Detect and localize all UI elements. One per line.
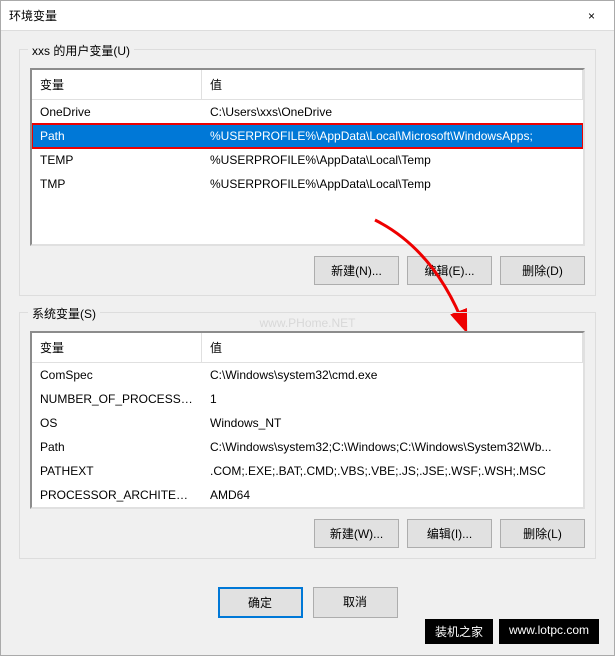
table-row[interactable]: PathC:\Windows\system32;C:\Windows;C:\Wi…: [32, 435, 583, 459]
user-vars-buttons: 新建(N)... 编辑(E)... 删除(D): [30, 256, 585, 285]
sys-vars-legend: 系统变量(S): [28, 305, 100, 322]
table-row[interactable]: PROCESSOR_IDENTIFIERIntel64 Family 6 Mod…: [32, 507, 583, 509]
cell-var-name: Path: [32, 438, 202, 456]
cell-var-value: C:\Windows\system32;C:\Windows;C:\Window…: [202, 438, 583, 456]
cancel-button[interactable]: 取消: [313, 587, 398, 618]
cell-var-value: %USERPROFILE%\AppData\Local\Temp: [202, 175, 583, 193]
ok-button[interactable]: 确定: [218, 587, 303, 618]
cell-var-value: .COM;.EXE;.BAT;.CMD;.VBS;.VBE;.JS;.JSE;.…: [202, 462, 583, 480]
user-vars-listbox[interactable]: 变量 值 OneDriveC:\Users\xxs\OneDrivePath%U…: [30, 68, 585, 246]
table-row[interactable]: TEMP%USERPROFILE%\AppData\Local\Temp: [32, 148, 583, 172]
table-row[interactable]: PATHEXT.COM;.EXE;.BAT;.CMD;.VBS;.VBE;.JS…: [32, 459, 583, 483]
cell-var-value: %USERPROFILE%\AppData\Local\Microsoft\Wi…: [202, 127, 583, 145]
table-row[interactable]: TMP%USERPROFILE%\AppData\Local\Temp: [32, 172, 583, 196]
table-row[interactable]: ComSpecC:\Windows\system32\cmd.exe: [32, 363, 583, 387]
cell-var-name: TEMP: [32, 151, 202, 169]
sys-delete-button[interactable]: 删除(L): [500, 519, 585, 548]
table-row[interactable]: PROCESSOR_ARCHITECTUREAMD64: [32, 483, 583, 507]
cell-var-value: AMD64: [202, 486, 583, 504]
user-delete-button[interactable]: 删除(D): [500, 256, 585, 285]
cell-var-value: 1: [202, 390, 583, 408]
col-header-value[interactable]: 值: [202, 70, 583, 99]
env-vars-dialog: 环境变量 × xxs 的用户变量(U) 变量 值 OneDriveC:\User…: [0, 0, 615, 656]
sys-vars-group: 系统变量(S) 变量 值 ComSpecC:\Windows\system32\…: [19, 312, 596, 559]
footer-tag-2: www.lotpc.com: [499, 619, 599, 644]
col-header-name[interactable]: 变量: [32, 70, 202, 99]
cell-var-name: TMP: [32, 175, 202, 193]
titlebar: 环境变量 ×: [1, 1, 614, 31]
cell-var-value: C:\Users\xxs\OneDrive: [202, 103, 583, 121]
cell-var-name: NUMBER_OF_PROCESSORS: [32, 390, 202, 408]
cell-var-value: %USERPROFILE%\AppData\Local\Temp: [202, 151, 583, 169]
cell-var-name: OneDrive: [32, 103, 202, 121]
footer-tag-1: 装机之家: [425, 619, 493, 644]
user-new-button[interactable]: 新建(N)...: [314, 256, 399, 285]
footer-watermark: 装机之家 www.lotpc.com: [425, 619, 599, 644]
sys-edit-button[interactable]: 编辑(I)...: [407, 519, 492, 548]
cell-var-name: Path: [32, 127, 202, 145]
cell-var-value: C:\Windows\system32\cmd.exe: [202, 366, 583, 384]
user-vars-header: 变量 值: [32, 70, 583, 100]
cell-var-name: PATHEXT: [32, 462, 202, 480]
table-row[interactable]: OSWindows_NT: [32, 411, 583, 435]
dialog-content: xxs 的用户变量(U) 变量 值 OneDriveC:\Users\xxs\O…: [1, 31, 614, 655]
cell-var-value: Windows_NT: [202, 414, 583, 432]
table-row[interactable]: NUMBER_OF_PROCESSORS1: [32, 387, 583, 411]
dialog-title: 环境变量: [9, 7, 57, 24]
close-button[interactable]: ×: [569, 1, 614, 31]
cell-var-name: OS: [32, 414, 202, 432]
user-vars-group: xxs 的用户变量(U) 变量 值 OneDriveC:\Users\xxs\O…: [19, 49, 596, 296]
table-row[interactable]: Path%USERPROFILE%\AppData\Local\Microsof…: [32, 124, 583, 148]
close-icon: ×: [588, 9, 595, 23]
user-edit-button[interactable]: 编辑(E)...: [407, 256, 492, 285]
sys-vars-buttons: 新建(W)... 编辑(I)... 删除(L): [30, 519, 585, 548]
col-header-value[interactable]: 值: [202, 333, 583, 362]
sys-new-button[interactable]: 新建(W)...: [314, 519, 399, 548]
sys-vars-listbox[interactable]: 变量 值 ComSpecC:\Windows\system32\cmd.exeN…: [30, 331, 585, 509]
user-vars-legend: xxs 的用户变量(U): [28, 42, 134, 59]
cell-var-name: ComSpec: [32, 366, 202, 384]
sys-vars-header: 变量 值: [32, 333, 583, 363]
cell-var-name: PROCESSOR_ARCHITECTURE: [32, 486, 202, 504]
col-header-name[interactable]: 变量: [32, 333, 202, 362]
table-row[interactable]: OneDriveC:\Users\xxs\OneDrive: [32, 100, 583, 124]
